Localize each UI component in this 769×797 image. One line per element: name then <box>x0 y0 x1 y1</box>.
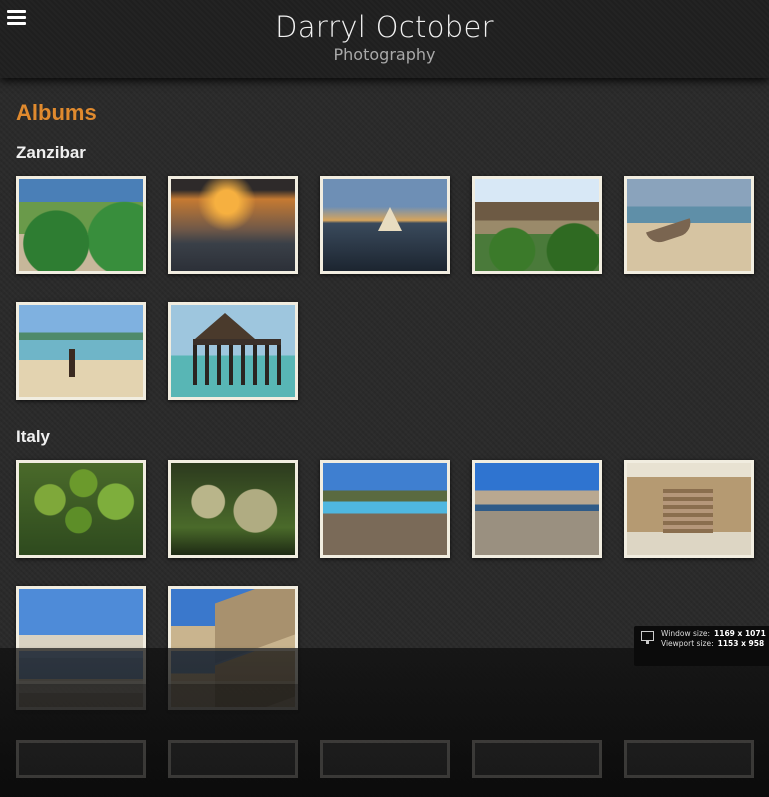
site-title[interactable]: Darryl October <box>0 10 769 44</box>
photo-thumbnail[interactable] <box>472 176 602 274</box>
window-size-row: Window size: 1169 x 1071 <box>661 629 766 638</box>
viewport-size-value: 1153 x 958 <box>717 639 765 648</box>
faded-thumbnail <box>168 740 298 778</box>
window-size-value: 1169 x 1071 <box>714 629 766 638</box>
album-title-zanzibar[interactable]: Zanzibar <box>16 143 86 163</box>
photo-thumbnail[interactable] <box>16 176 146 274</box>
faded-thumbnail <box>624 740 754 778</box>
site-header: Darryl October Photography <box>0 0 769 78</box>
photo-thumbnail[interactable] <box>624 460 754 558</box>
site-subtitle: Photography <box>333 45 436 64</box>
albums-heading: Albums <box>16 100 97 125</box>
photo-thumbnail[interactable] <box>16 302 146 400</box>
reflected-thumbnail <box>16 648 146 710</box>
photo-thumbnail[interactable] <box>168 460 298 558</box>
photo-thumbnail[interactable] <box>168 176 298 274</box>
window-size-label: Window size: <box>661 629 711 638</box>
faded-thumbnail <box>320 740 450 778</box>
monitor-icon <box>641 631 654 644</box>
photo-thumbnail[interactable] <box>320 460 450 558</box>
faded-thumbnail <box>472 740 602 778</box>
window-size-indicator: Window size: 1169 x 1071 Viewport size: 11… <box>634 626 769 666</box>
photo-thumbnail[interactable] <box>624 176 754 274</box>
faded-thumbnail <box>16 740 146 778</box>
reflected-thumbnail <box>168 648 298 710</box>
photo-thumbnail[interactable] <box>168 302 298 400</box>
photo-thumbnail[interactable] <box>320 176 450 274</box>
photo-thumbnail[interactable] <box>472 460 602 558</box>
viewport-size-label: Viewport size: <box>661 639 714 648</box>
photo-thumbnail[interactable] <box>16 460 146 558</box>
viewport-size-row: Viewport size: 1153 x 958 <box>661 639 764 648</box>
album-title-italy[interactable]: Italy <box>16 427 50 447</box>
